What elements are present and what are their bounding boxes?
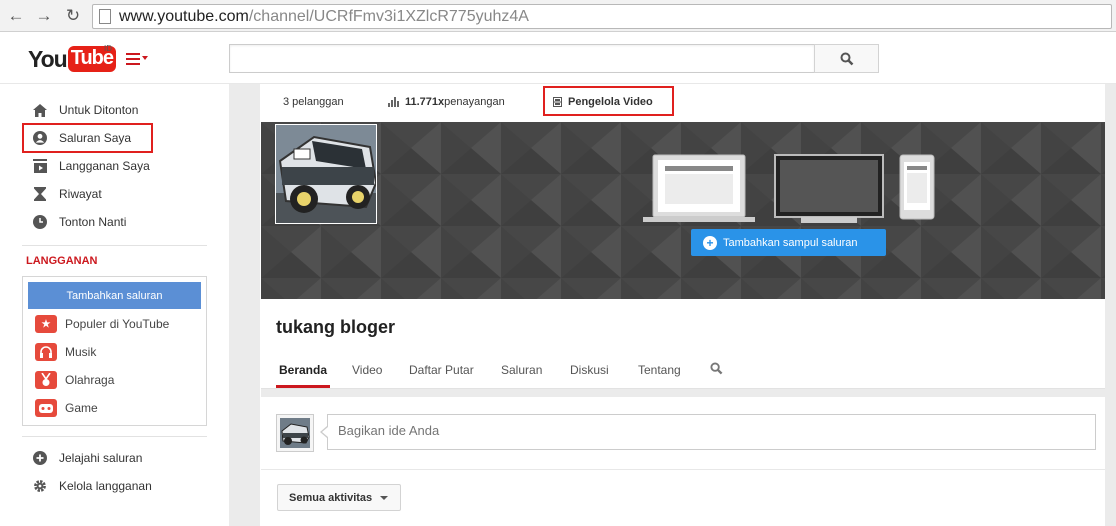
share-idea-input[interactable] <box>327 414 1096 450</box>
guide-divider <box>22 436 207 437</box>
tab-tentang[interactable]: Tentang <box>638 363 681 377</box>
tab-saluran[interactable]: Saluran <box>501 363 542 377</box>
channel-banner <box>261 122 1105 299</box>
clock-icon <box>32 214 48 230</box>
subscriber-count[interactable]: 3 pelanggan <box>283 96 344 108</box>
feed-divider <box>261 469 1105 470</box>
user-avatar <box>276 414 314 452</box>
phone-icon <box>899 154 935 220</box>
back-arrow-icon[interactable]: ← <box>5 5 27 27</box>
reload-icon[interactable]: ↻ <box>62 5 84 27</box>
channel-info: tukang bloger Beranda Video Daftar Putar… <box>261 299 1105 389</box>
channel-title: tukang bloger <box>276 317 396 337</box>
tab-beranda[interactable]: Beranda <box>279 363 327 377</box>
guide-item-tonton-nanti[interactable]: Tonton Nanti <box>22 210 207 234</box>
content-gutter <box>229 84 260 526</box>
guide-item-untuk-ditonton[interactable]: Untuk Ditonton <box>22 98 207 122</box>
masthead: You Tube ID <box>0 32 1116 84</box>
home-icon <box>32 102 48 118</box>
guide-item-riwayat[interactable]: Riwayat <box>22 182 207 206</box>
tab-video[interactable]: Video <box>352 363 382 377</box>
add-channel-button[interactable]: Tambahkan saluran <box>28 282 201 309</box>
share-input-pointer <box>322 427 328 437</box>
bar-chart-icon <box>388 97 400 107</box>
channel-search-button[interactable] <box>710 362 723 378</box>
sub-item-game[interactable]: Game <box>35 396 98 420</box>
hourglass-icon <box>32 186 48 202</box>
active-tab-indicator <box>276 385 330 388</box>
star-icon: ★ <box>35 315 57 333</box>
logo-region-code: ID <box>104 44 112 53</box>
search-input[interactable] <box>229 44 814 73</box>
guide-divider <box>22 245 207 246</box>
plus-icon: + <box>703 235 717 250</box>
page-icon <box>99 9 111 24</box>
guide-sidebar: Untuk Ditonton Saluran Saya Langganan Sa… <box>0 84 229 526</box>
search-icon <box>840 52 853 65</box>
gear-icon <box>32 478 48 494</box>
sub-item-populer[interactable]: ★ Populer di YouTube <box>35 312 169 336</box>
view-count[interactable]: 11.771x penayangan <box>388 96 505 108</box>
gamepad-icon <box>35 399 57 417</box>
browser-toolbar: ← → ↻ www.youtube.com/channel/UCRfFmv3i1… <box>0 0 1116 32</box>
search-icon <box>710 362 723 375</box>
laptop-icon <box>643 154 755 222</box>
car-icon <box>276 125 376 223</box>
guide-item-langganan-saya[interactable]: Langganan Saya <box>22 154 207 178</box>
activity-filter-dropdown[interactable]: Semua aktivitas <box>277 484 401 511</box>
subscriptions-icon <box>32 158 48 174</box>
content-gutter <box>1105 84 1116 526</box>
section-gap <box>261 389 1105 397</box>
search-button[interactable] <box>814 44 879 73</box>
guide-item-jelajahi-saluran[interactable]: Jelajahi saluran <box>22 446 207 470</box>
medal-icon <box>35 371 57 389</box>
subscriptions-header: LANGGANAN <box>26 255 98 267</box>
plus-circle-icon <box>32 450 48 466</box>
guide-item-kelola-langganan[interactable]: Kelola langganan <box>22 474 207 498</box>
banner-pattern <box>261 122 1105 299</box>
car-icon <box>280 418 310 448</box>
channel-stats-bar: 3 pelanggan 11.771x penayangan Pengelola… <box>260 84 1105 122</box>
address-bar[interactable]: www.youtube.com/channel/UCRfFmv3i1XZlcR7… <box>92 4 1112 29</box>
sub-item-olahraga[interactable]: Olahraga <box>35 368 114 392</box>
guide-menu-icon[interactable] <box>124 51 152 69</box>
sub-item-musik[interactable]: Musik <box>35 340 96 364</box>
highlight-video-manager <box>543 86 674 116</box>
forward-arrow-icon[interactable]: → <box>33 5 55 27</box>
youtube-logo[interactable]: You Tube <box>28 44 117 74</box>
tab-diskusi[interactable]: Diskusi <box>570 363 609 377</box>
tab-daftar-putar[interactable]: Daftar Putar <box>409 363 474 377</box>
chevron-down-icon <box>380 495 389 500</box>
subscriptions-box: Tambahkan saluran ★ Populer di YouTube M… <box>22 276 207 426</box>
url-text: www.youtube.com/channel/UCRfFmv3i1XZlcR7… <box>119 8 529 25</box>
channel-avatar[interactable] <box>275 124 377 224</box>
headphones-icon <box>35 343 57 361</box>
add-channel-art-button[interactable]: + Tambahkan sampul saluran <box>691 229 886 256</box>
highlight-saluran-saya <box>22 123 153 153</box>
tv-icon <box>774 154 884 223</box>
